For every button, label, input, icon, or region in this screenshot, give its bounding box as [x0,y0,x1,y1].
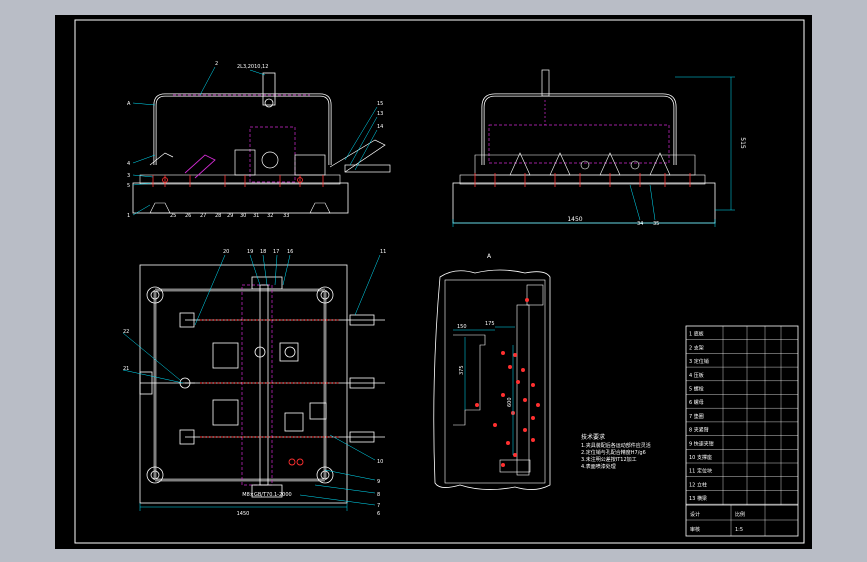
front-view-callout: 26 [185,213,191,219]
top-view-callout: 6 [377,511,380,517]
top-bottom-note: M8×GB/T70.1-2000 [242,492,291,498]
drawing-viewer: 2 A 2L3,2010,12 15 13 14 4 3 5 1 25 26 27 28 29 30 31 32 3… [0,0,867,562]
front-view-callout: 4 [127,161,130,167]
front-view-callout: 5 [127,183,130,189]
top-view-callout: 19 [247,249,253,255]
front-view-callout: 15 [377,101,383,107]
parts-list-row: 13 横梁 [689,495,707,502]
top-view-callout: 16 [287,249,293,255]
front-view-callout: 31 [253,213,259,219]
title-footer: 审核 [690,526,700,533]
note-line: 3.未注明公差按IT12加工 [581,456,637,463]
parts-list-row: 4 压板 [689,372,704,379]
front-view-callout: 14 [377,124,383,130]
title-block: 1 底板 2 支架 3 定位销 4 压板 5 螺栓 6 螺母 7 垫圈 8 夹紧臂 9 快速夹钳… [685,325,799,537]
detail-dim-150: 150 [457,324,467,330]
side-view [452,69,735,227]
detail-dim-375: 375 [459,365,465,375]
front-view-callout: 2 [215,61,218,67]
side-width-dim: 1450 [567,216,582,223]
parts-list-row: 10 支撑座 [689,454,712,461]
title-footer: 1:5 [735,527,743,533]
front-view-callout: 27 [200,213,206,219]
top-view-callout: 9 [377,479,380,485]
parts-list-row: 2 支架 [689,344,704,351]
note-line: 4.表面喷漆处理 [581,463,616,470]
front-view-callout: 1 [127,213,130,219]
detail-title: A [487,253,492,260]
notes-title: 技术要求 [581,433,605,441]
title-footer: 设计 [690,511,700,518]
side-label-35: 35 [653,221,659,227]
top-view-callout: 21 [123,366,129,372]
parts-list-row: 9 快速夹钳 [689,440,714,447]
parts-list-row: 7 垫圈 [689,413,704,420]
technical-notes: 技术要求 1.夹具装配后各运动部件应灵活 2.定位销与孔配合精度H7/g6 3.… [581,433,651,470]
top-width-dim: 1450 [237,511,250,517]
top-view-callout: 11 [380,249,386,255]
parts-list-row: 12 立柱 [689,481,707,488]
top-view-callout: 7 [377,503,380,509]
top-view-callout: 8 [377,492,380,498]
parts-list-row: 3 定位销 [689,358,709,365]
title-footer: 比例 [735,511,745,518]
top-view-callout: 18 [260,249,266,255]
cad-drawing: 2A2L3,2010,121513144351 25 26 27 28 29 30 31 32 3… [74,19,805,544]
parts-list-row: 8 夹紧臂 [689,427,709,434]
detail-dim-600: 600 [507,397,513,407]
front-view [132,66,391,216]
top-view-callout: 10 [377,459,383,465]
front-view-callout: 3 [127,173,130,179]
parts-list-row: 6 螺母 [689,399,704,406]
note-line: 1.夹具装配后各运动部件应灵活 [581,442,651,449]
top-view [122,254,385,511]
detail-view [433,269,551,490]
front-view-callout: 30 [240,213,246,219]
side-label-34: 34 [637,221,643,227]
top-view-callout: 17 [273,249,279,255]
front-view-labels: 2 A 2L3,2010,12 15 13 14 4 3 5 1 25 26 27 28 29 30 31 32 3… [127,61,383,219]
front-view-callout: 28 [215,213,221,219]
top-view-callout: 20 [223,249,229,255]
detail-dim-175: 175 [485,321,495,327]
front-view-callout: 29 [227,213,233,219]
front-view-callout: 2L3,2010,12 [237,64,268,70]
parts-list-row: 5 螺栓 [689,386,704,393]
front-view-callout: 33 [283,213,289,219]
front-view-callout: A [127,101,131,107]
drawing-sheet: 2 A 2L3,2010,12 15 13 14 4 3 5 1 25 26 27 28 29 30 31 32 3… [55,15,812,549]
parts-list-row: 1 底板 [689,331,704,338]
side-height-dim: 515 [739,137,746,149]
note-line: 2.定位销与孔配合精度H7/g6 [581,449,646,456]
front-view-callout: 13 [377,111,383,117]
front-view-callout: 25 [170,213,176,219]
top-view-callout: 22 [123,329,129,335]
parts-list-row: 11 定位块 [689,468,712,475]
front-view-callout: 32 [267,213,273,219]
